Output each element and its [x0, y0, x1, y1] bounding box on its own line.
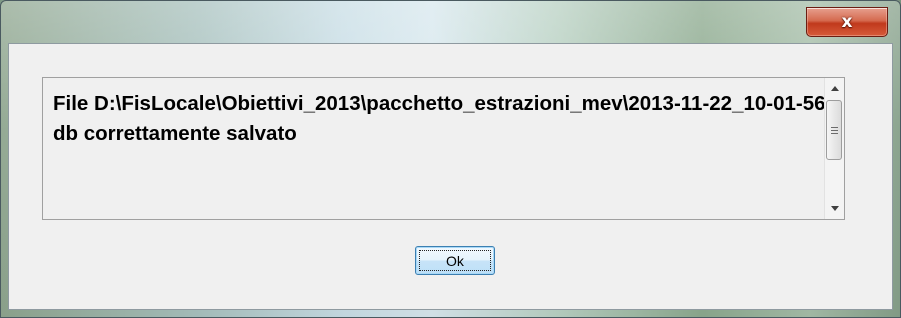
- ok-button[interactable]: Ok: [415, 246, 495, 275]
- scroll-up-button[interactable]: [825, 80, 844, 97]
- message-text-area[interactable]: File D:\FisLocale\Obiettivi_2013\pacchet…: [42, 77, 845, 220]
- dialog-window: x File D:\FisLocale\Obiettivi_2013\pacch…: [0, 0, 901, 318]
- close-icon: x: [841, 11, 853, 32]
- scroll-down-button[interactable]: [825, 200, 844, 217]
- vertical-scrollbar[interactable]: [824, 78, 844, 219]
- grip-lines-icon: [830, 126, 838, 134]
- close-button[interactable]: x: [806, 7, 888, 37]
- scroll-down-arrow-icon: [830, 206, 839, 211]
- scroll-thumb[interactable]: [826, 100, 842, 160]
- ok-button-label: Ok: [446, 252, 464, 269]
- scroll-up-arrow-icon: [830, 86, 839, 91]
- dialog-client-area: File D:\FisLocale\Obiettivi_2013\pacchet…: [8, 43, 893, 310]
- message-text: File D:\FisLocale\Obiettivi_2013\pacchet…: [53, 92, 832, 145]
